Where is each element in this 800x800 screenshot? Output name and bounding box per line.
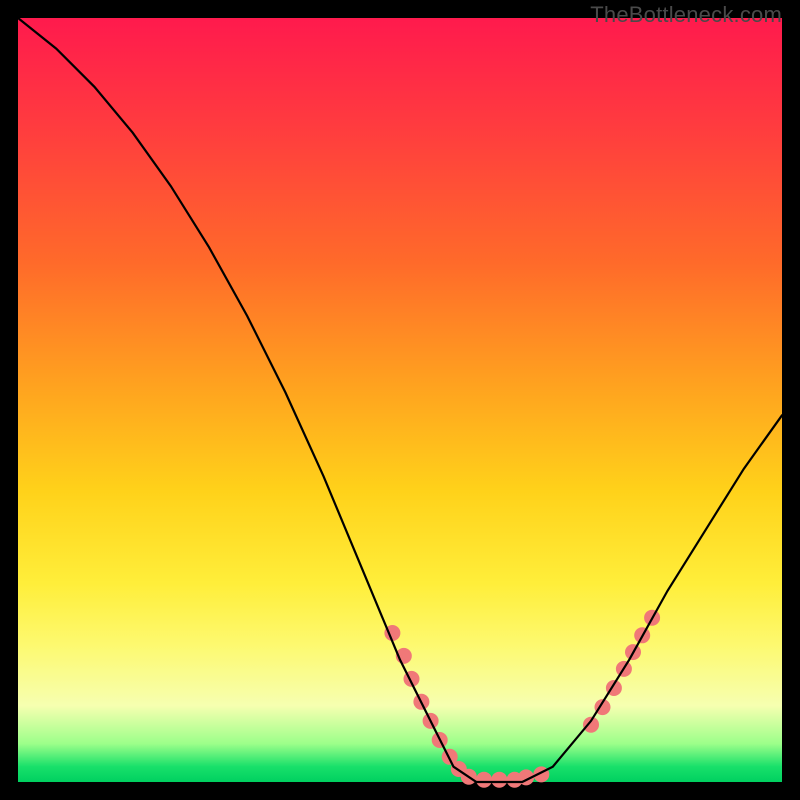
plot-area (18, 18, 782, 782)
marker-dot (476, 772, 492, 788)
bottleneck-curve-path (18, 18, 782, 782)
marker-dot (491, 772, 507, 788)
chart-svg (18, 18, 782, 782)
chart-frame: TheBottleneck.com (0, 0, 800, 800)
watermark-text: TheBottleneck.com (590, 2, 782, 28)
marker-layer (384, 610, 660, 788)
